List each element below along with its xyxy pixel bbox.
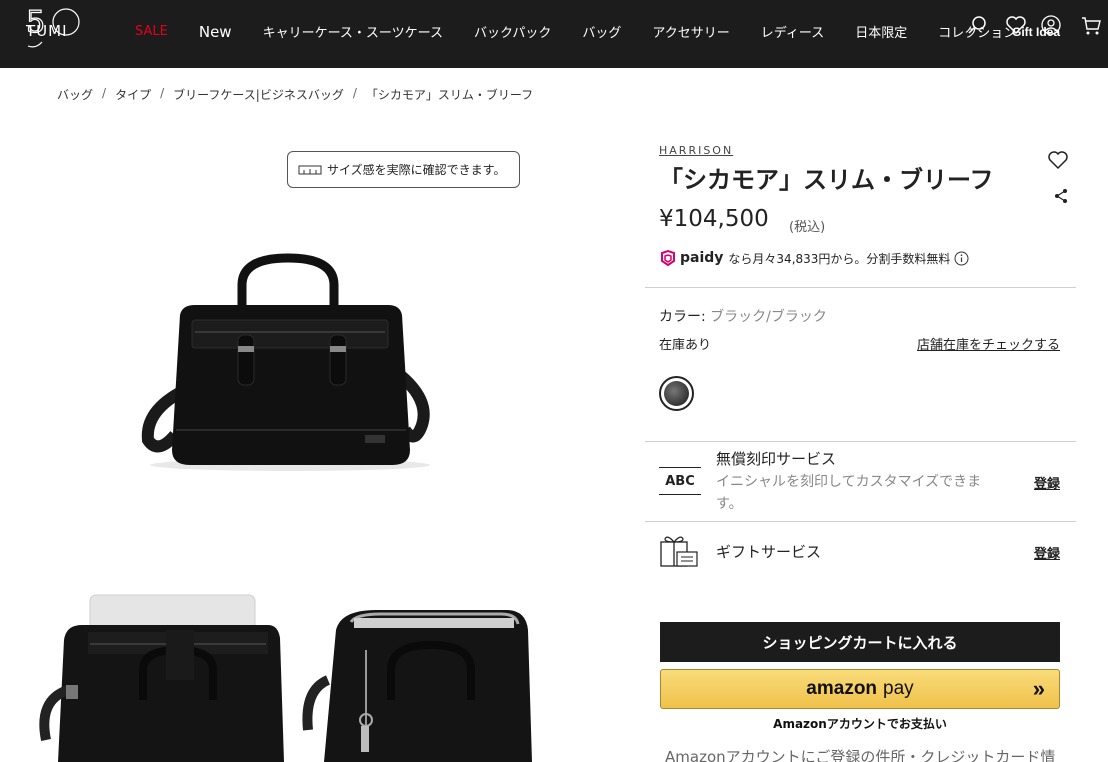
color-value: ブラック/ブラック <box>710 309 827 325</box>
svg-text:TUMI: TUMI <box>25 22 68 40</box>
divider <box>645 521 1076 522</box>
cart-icon[interactable] <box>1080 14 1102 36</box>
nav-item-ladies[interactable]: レディース <box>761 22 824 41</box>
breadcrumb-bag[interactable]: バッグ <box>57 86 93 103</box>
ruler-icon <box>298 165 322 174</box>
color-selection: カラー: ブラック/ブラック <box>659 306 827 326</box>
breadcrumb: バッグ / タイプ / ブリーフケース|ビジネスバッグ / 「シカモア」スリム・… <box>57 86 533 103</box>
paidy-installment: paidy なら月々34,833円から。分割手数料無料 <box>659 249 969 267</box>
product-thumbnail-laptop[interactable] <box>38 590 286 762</box>
divider <box>645 287 1076 288</box>
engraving-title: 無償刻印サービス <box>716 450 837 468</box>
nav-item-sale[interactable]: SALE <box>135 24 168 39</box>
size-check-label: サイズ感を実際に確認できます。 <box>327 163 506 177</box>
breadcrumb-separator: / <box>160 86 165 100</box>
nav-item-luggage[interactable]: キャリーケース・スーツケース <box>263 22 443 41</box>
amazon-pay-label: pay <box>883 678 914 699</box>
site-header: 5 TUMI SALE New キャリーケース・スーツケース バックパック バッ… <box>0 0 1108 68</box>
store-stock-link[interactable]: 店舗在庫をチェックする <box>917 334 1060 353</box>
nav-item-japan-limited[interactable]: 日本限定 <box>855 22 907 41</box>
product-thumbnail-open[interactable] <box>296 590 536 762</box>
breadcrumb-type[interactable]: タイプ <box>115 86 151 103</box>
brand-link[interactable]: HARRISON <box>659 144 733 157</box>
breadcrumb-current: 「シカモア」スリム・ブリーフ <box>365 88 534 102</box>
engraving-icon: ABC <box>659 467 701 495</box>
engraving-register-link[interactable]: 登録 <box>1034 473 1060 492</box>
engraving-description: イニシャルを刻印してカスタマイズできます。 <box>716 474 982 512</box>
product-price: ¥104,500 <box>659 206 769 232</box>
breadcrumb-separator: / <box>352 86 357 100</box>
add-to-cart-button[interactable]: ショッピングカートに入れる <box>660 622 1060 662</box>
gift-idea-link[interactable]: Gift Idea <box>1012 25 1060 39</box>
size-check-button[interactable]: サイズ感を実際に確認できます。 <box>287 151 520 188</box>
breadcrumb-separator: / <box>102 86 107 100</box>
chevron-right-icon: » <box>1032 676 1045 701</box>
nav-item-new[interactable]: New <box>199 23 232 41</box>
color-label: カラー: <box>659 309 706 325</box>
amazon-pay-subtitle: Amazonアカウントでお支払い <box>773 717 947 731</box>
paidy-logo: paidy <box>680 250 724 266</box>
share-icon[interactable] <box>1053 188 1069 204</box>
paidy-text: なら月々34,833円から。分割手数料無料 <box>728 251 951 266</box>
gift-service-title: ギフトサービス <box>716 543 822 561</box>
heart-icon[interactable] <box>1047 150 1069 170</box>
tumi-logo[interactable]: 5 TUMI <box>24 2 88 50</box>
paidy-icon <box>661 249 675 267</box>
color-swatch-black[interactable] <box>659 376 694 411</box>
search-icon[interactable] <box>967 14 989 36</box>
product-main-image[interactable] <box>130 250 440 480</box>
amazon-pay-note: Amazonアカウントにご登録の件所・クレジットカード情 <box>665 748 1056 762</box>
tax-note: (税込) <box>789 220 826 235</box>
product-title: 「シカモア」スリム・ブリーフ <box>659 166 994 194</box>
gift-icon <box>660 536 698 567</box>
divider <box>645 441 1076 442</box>
breadcrumb-briefcase[interactable]: ブリーフケース|ビジネスバッグ <box>173 86 344 103</box>
nav-item-backpack[interactable]: バックパック <box>474 22 551 41</box>
swatch-fill <box>664 381 689 406</box>
amazon-logo: amazon <box>806 678 878 699</box>
gift-register-link[interactable]: 登録 <box>1034 543 1060 562</box>
info-icon[interactable] <box>954 251 969 266</box>
main-nav: SALE New キャリーケース・スーツケース バックパック バッグ アクセサリ… <box>135 22 1047 42</box>
nav-item-accessory[interactable]: アクセサリー <box>652 22 729 41</box>
amazon-pay-button[interactable]: amazon pay » <box>660 669 1060 709</box>
nav-item-bag[interactable]: バッグ <box>582 22 621 41</box>
stock-status: 在庫あり <box>659 338 712 353</box>
